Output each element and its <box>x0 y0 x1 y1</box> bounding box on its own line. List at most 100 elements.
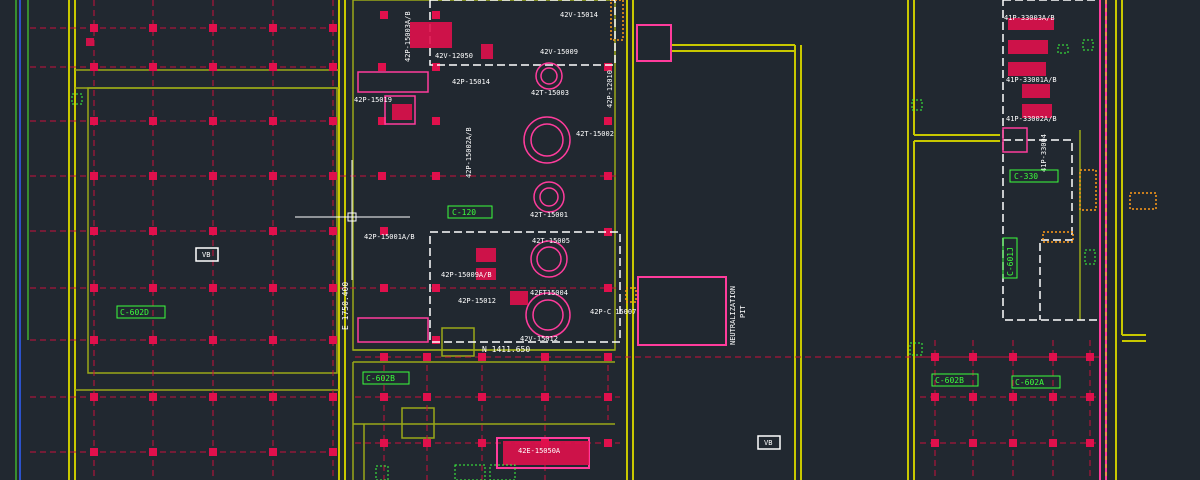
label-pit: PIT <box>739 305 747 318</box>
label-e-15050a: 42E-15050A <box>518 447 561 455</box>
column-marker <box>90 63 98 71</box>
equipment-labels: 42V-15014 42V-12050 42V-15009 42P-15014 … <box>341 11 1057 455</box>
label-ft-15004: 42FT15004 <box>530 289 568 297</box>
column-marker <box>541 353 549 361</box>
column-marker <box>149 336 157 344</box>
label-neutralization: NEUTRALIZATION <box>729 286 737 345</box>
column-marker <box>1049 439 1057 447</box>
column-marker <box>478 353 486 361</box>
column-marker <box>149 448 157 456</box>
label-p-15009ab: 42P-15009A/B <box>441 271 492 279</box>
label-t-15002: 42T-15002 <box>576 130 614 138</box>
column-marker <box>1086 393 1094 401</box>
equipment <box>357 24 1028 469</box>
column-marker <box>329 393 337 401</box>
column-marker <box>209 393 217 401</box>
column-marker <box>90 24 98 32</box>
label-p-15019: 42P-15019 <box>354 96 392 104</box>
column-marker <box>329 227 337 235</box>
column-marker <box>969 439 977 447</box>
column-marker <box>931 439 939 447</box>
column-marker <box>378 63 386 71</box>
column-marker <box>269 227 277 235</box>
area-tags: C-120 C-602D C-602B C-602B C-602A C-330 … <box>116 169 1061 389</box>
column-marker <box>1009 393 1017 401</box>
area-c-601j: C-601J <box>1006 247 1015 276</box>
label-p-15002ab: 42P-15002A/B <box>465 127 473 178</box>
column-marker <box>209 336 217 344</box>
vb-marker-left: VB <box>202 251 210 259</box>
label-v-12050: 42V-12050 <box>435 52 473 60</box>
vb-marker-right: VB <box>764 439 772 447</box>
column-marker <box>969 353 977 361</box>
column-marker <box>329 63 337 71</box>
column-marker <box>329 24 337 32</box>
cad-drawing-canvas[interactable]: 42V-15014 42V-12050 42V-15009 42P-15014 … <box>0 0 1200 480</box>
label-p-12010: 42P-12010 <box>606 70 614 108</box>
column-marker <box>604 393 612 401</box>
outer-building-lines <box>15 0 29 480</box>
label-p-15001ab: 42P-15001A/B <box>364 233 415 241</box>
column-marker <box>90 227 98 235</box>
easting-coordinate: E 1750.400 <box>341 282 350 330</box>
label-t-15001: 42T-15001 <box>530 211 568 219</box>
column-marker <box>423 353 431 361</box>
column-marker <box>604 172 612 180</box>
label-p-33003ab: 41P-33003A/B <box>1004 14 1055 22</box>
column-marker <box>269 63 277 71</box>
column-marker <box>329 336 337 344</box>
column-marker <box>432 172 440 180</box>
column-marker <box>90 284 98 292</box>
cad-crosshair-cursor <box>295 160 410 280</box>
column-marker <box>269 284 277 292</box>
column-marker <box>378 172 386 180</box>
label-v-15009: 42V-15009 <box>540 48 578 56</box>
column-marker <box>604 284 612 292</box>
column-marker <box>1049 393 1057 401</box>
column-marker <box>90 448 98 456</box>
column-marker <box>1086 353 1094 361</box>
label-v-15012: 42V-15012 <box>520 335 558 343</box>
column-marker <box>380 439 388 447</box>
label-p-33004: 41P-33004 <box>1040 134 1048 172</box>
plant-layout-drawing[interactable]: 42V-15014 42V-12050 42V-15009 42P-15014 … <box>0 0 1200 480</box>
column-marker <box>209 117 217 125</box>
column-marker <box>432 117 440 125</box>
label-p-33002ab: 41P-33002A/B <box>1006 115 1057 123</box>
northing-coordinate: N 1411.650 <box>482 345 530 354</box>
area-c-602d: C-602D <box>120 308 149 317</box>
column-marker <box>269 172 277 180</box>
column-marker <box>380 11 388 19</box>
area-c-602a: C-602A <box>1015 378 1044 387</box>
column-marker <box>931 393 939 401</box>
instrument-boxes <box>71 39 1096 480</box>
column-marker <box>380 353 388 361</box>
column-marker <box>90 117 98 125</box>
column-marker <box>90 393 98 401</box>
label-15007: 42P-C 15007 <box>590 308 636 316</box>
column-marker <box>478 439 486 447</box>
column-marker <box>931 353 939 361</box>
column-marker <box>209 284 217 292</box>
column-marker <box>423 439 431 447</box>
column-marker <box>90 172 98 180</box>
column-marker <box>432 63 440 71</box>
column-marker <box>149 227 157 235</box>
column-marker <box>604 439 612 447</box>
label-t-15005: 42T-15005 <box>532 237 570 245</box>
column-marker <box>604 63 612 71</box>
column-marker <box>1009 353 1017 361</box>
column-marker <box>432 284 440 292</box>
column-marker <box>209 63 217 71</box>
column-marker <box>432 336 440 344</box>
area-c-120: C-120 <box>452 208 476 217</box>
column-marker <box>478 393 486 401</box>
label-p-33001ab: 41P-33001A/B <box>1006 76 1057 84</box>
column-marker <box>269 24 277 32</box>
column-marker <box>149 24 157 32</box>
column-marker <box>209 24 217 32</box>
column-marker <box>209 172 217 180</box>
column-marker <box>149 117 157 125</box>
column-marker <box>149 284 157 292</box>
label-v-15014: 42V-15014 <box>560 11 598 19</box>
